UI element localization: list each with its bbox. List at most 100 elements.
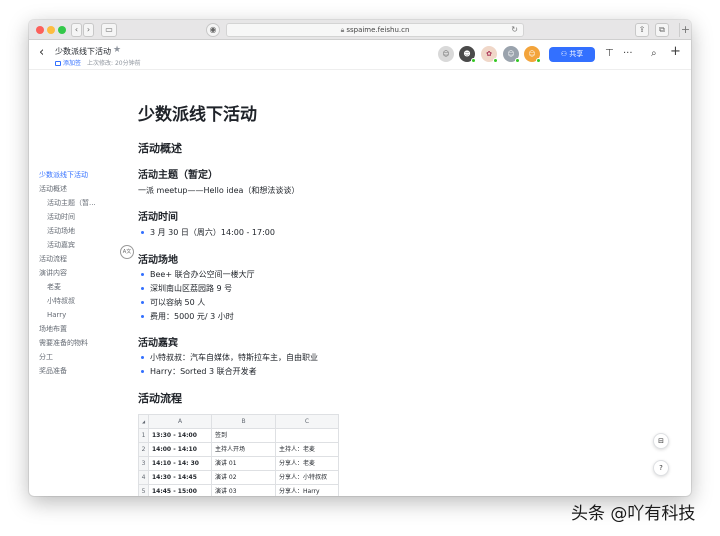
more-icon[interactable]: ··· (623, 47, 633, 61)
list-item: 小特叔叔：汽车自媒体，特斯拉车主，自由职业 (138, 352, 318, 363)
help-icon[interactable]: ? (653, 460, 669, 476)
outline-item[interactable]: 活动主题（暂... (39, 196, 129, 210)
url-text: sspaime.feishu.cn (346, 26, 410, 34)
sheet-column-header[interactable]: C (276, 415, 339, 429)
sheet-cell[interactable]: 14:30 - 14:45 (149, 471, 212, 485)
outline-item[interactable]: 小特叔叔 (39, 294, 129, 308)
avatar[interactable]: ☺ (503, 46, 520, 63)
star-icon[interactable]: ★ (113, 45, 121, 55)
share-page-icon[interactable]: ⇪ (635, 23, 649, 37)
table-row: 1 13:30 - 14:00 签到 (139, 429, 339, 443)
sheet-cell[interactable]: 主持人开场 (212, 443, 276, 457)
back-icon[interactable]: ‹ (39, 46, 44, 60)
sheet-cell[interactable]: 14:10 - 14: 30 (149, 457, 212, 471)
outline-item[interactable]: 需要准备的物料 (39, 336, 129, 350)
sheet-cell[interactable] (276, 429, 339, 443)
user-plus-icon: ⚇ (560, 50, 568, 58)
row-number[interactable]: 1 (139, 429, 149, 443)
present-icon[interactable]: ⊤ (605, 47, 614, 61)
tabs-overview-icon[interactable]: ⧉ (655, 23, 669, 37)
section-heading: 活动概述 (138, 142, 182, 155)
add-icon[interactable]: + (670, 45, 681, 59)
sheet-cell[interactable]: 签到 (212, 429, 276, 443)
row-number[interactable]: 5 (139, 485, 149, 496)
sheet-header-row: ◢ A B C (139, 415, 339, 429)
zoom-window-button[interactable] (58, 26, 66, 34)
lock-icon: 🔒︎ (340, 26, 345, 34)
sheet-column-header[interactable]: A (149, 415, 212, 429)
section-heading: 活动嘉宾 (138, 338, 178, 349)
outline-item[interactable]: 场地布置 (39, 322, 129, 336)
minimize-window-button[interactable] (47, 26, 55, 34)
table-row: 5 14:45 - 15:00 演讲 03 分享人：Harry (139, 485, 339, 496)
browser-back-icon[interactable]: ‹ (71, 23, 82, 37)
last-modified-text: 上次修改: 20分钟前 (87, 60, 141, 67)
privacy-shield-icon[interactable]: ◉ (206, 23, 220, 37)
list-item: Bee+ 联合办公空间一楼大厅 (138, 269, 255, 280)
share-button[interactable]: ⚇ 共享 (549, 47, 595, 62)
section-heading: 活动场地 (138, 255, 178, 266)
browser-toolbar: ‹ › ▭ ◉ 🔒︎ sspaime.feishu.cn ↻ ⇪ ⧉ + (29, 20, 691, 40)
section-heading: 活动时间 (138, 212, 178, 223)
paragraph: 一派 meetup——Hello idea（和想法谈谈） (138, 186, 300, 195)
sheet-cell[interactable]: 主持人：老麦 (276, 443, 339, 457)
row-number[interactable]: 4 (139, 471, 149, 485)
list-item: 深圳南山区荔园路 9 号 (138, 283, 232, 294)
list-item: 可以容纳 50 人 (138, 297, 205, 308)
avatar[interactable]: ✿ (481, 46, 498, 63)
section-heading: 活动流程 (138, 392, 182, 405)
reload-icon[interactable]: ↻ (511, 24, 518, 36)
outline-item[interactable]: 活动时间 (39, 210, 129, 224)
outline-item[interactable]: Harry (39, 308, 129, 322)
list-item: 3 月 30 日（周六）14:00 - 17:00 (138, 227, 275, 238)
sheet-cell[interactable]: 演讲 01 (212, 457, 276, 471)
sheet-cell[interactable]: 演讲 02 (212, 471, 276, 485)
row-number[interactable]: 3 (139, 457, 149, 471)
outline-item[interactable]: 活动嘉宾 (39, 238, 129, 252)
outline-item[interactable]: 奖品准备 (39, 364, 129, 378)
outline-item[interactable]: 活动概述 (39, 182, 129, 196)
avatar[interactable]: ☻ (459, 46, 476, 63)
outline-item[interactable]: 活动场地 (39, 224, 129, 238)
sheet-cell[interactable]: 14:00 - 14:10 (149, 443, 212, 457)
table-row: 4 14:30 - 14:45 演讲 02 分享人：小特叔叔 (139, 471, 339, 485)
comment-icon[interactable]: ⊟ (653, 433, 669, 449)
add-tag-label: 添加签 (63, 60, 82, 67)
row-number[interactable]: 2 (139, 443, 149, 457)
sheet-cell[interactable]: 分享人：老麦 (276, 457, 339, 471)
sheet-cell[interactable]: 分享人：Harry (276, 485, 339, 496)
table-row: 3 14:10 - 14: 30 演讲 01 分享人：老麦 (139, 457, 339, 471)
close-window-button[interactable] (36, 26, 44, 34)
sheet-cell[interactable]: 演讲 03 (212, 485, 276, 496)
list-item: 费用：5000 元/ 3 小时 (138, 311, 234, 322)
list-item: Harry：Sorted 3 联合开发者 (138, 366, 257, 377)
browser-window: ‹ › ▭ ◉ 🔒︎ sspaime.feishu.cn ↻ ⇪ ⧉ + ‹ 少数… (29, 20, 691, 496)
doc-meta: 添加签 上次修改: 20分钟前 (55, 58, 141, 67)
sidebar-toggle-icon[interactable]: ▭ (101, 23, 117, 37)
doc-header: ‹ 少数派线下活动 ★ 添加签 上次修改: 20分钟前 ☺ ☻ ✿ ☺ ☺ ⚇ 共… (29, 40, 691, 70)
new-tab-icon[interactable]: + (679, 23, 691, 37)
table-row: 2 14:00 - 14:10 主持人开场 主持人：老麦 (139, 443, 339, 457)
sheet-column-header[interactable]: B (212, 415, 276, 429)
avatar[interactable]: ☺ (438, 46, 454, 62)
address-bar[interactable]: 🔒︎ sspaime.feishu.cn ↻ (226, 23, 524, 37)
doc-header-title: 少数派线下活动 (55, 47, 111, 56)
outline-item[interactable]: 老麦 (39, 280, 129, 294)
search-icon[interactable]: ⌕ (651, 47, 657, 61)
doc-outline: 少数派线下活动 活动概述 活动主题（暂... 活动时间 活动场地 活动嘉宾 活动流程 演讲内容… (39, 168, 129, 378)
translate-icon[interactable]: A文 (120, 245, 134, 259)
sheet-cell[interactable]: 分享人：小特叔叔 (276, 471, 339, 485)
sheet-cell[interactable]: 14:45 - 15:00 (149, 485, 212, 496)
share-button-label: 共享 (569, 50, 584, 58)
outline-item[interactable]: 分工 (39, 350, 129, 364)
outline-item[interactable]: 活动流程 (39, 252, 129, 266)
outline-item[interactable]: 演讲内容 (39, 266, 129, 280)
sheet-corner[interactable]: ◢ (139, 415, 149, 429)
avatar[interactable]: ☺ (524, 46, 541, 63)
browser-forward-icon[interactable]: › (83, 23, 94, 37)
sheet-cell[interactable]: 13:30 - 14:00 (149, 429, 212, 443)
page-title: 少数派线下活动 (138, 105, 257, 125)
embedded-sheet[interactable]: ◢ A B C 1 13:30 - 14:00 签到 2 14:00 - 14:10 主持人开场主… (138, 414, 339, 496)
outline-item[interactable]: 少数派线下活动 (39, 168, 129, 182)
add-tag-button[interactable]: 添加签 (55, 60, 81, 67)
